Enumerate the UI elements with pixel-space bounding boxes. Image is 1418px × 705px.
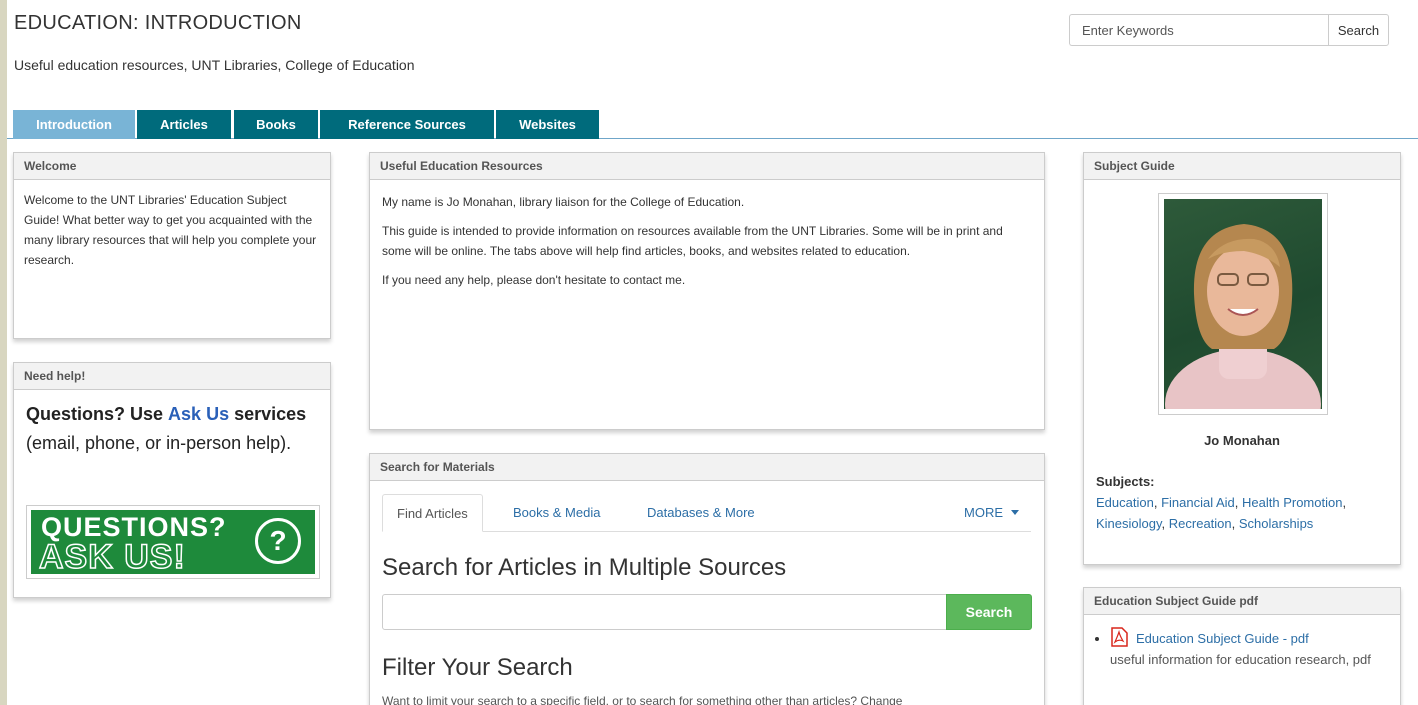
page-description: Useful education resources, UNT Librarie… <box>14 57 415 73</box>
resources-heading: Useful Education Resources <box>370 153 1044 180</box>
pdf-list: Education Subject Guide - pdf useful inf… <box>1084 615 1400 670</box>
subject-link[interactable]: Recreation <box>1169 516 1232 531</box>
subject-link[interactable]: Financial Aid <box>1161 495 1235 510</box>
articles-search-input[interactable] <box>382 594 947 630</box>
help-options-text: (email, phone, or in-person help). <box>26 433 292 453</box>
pdf-guide-panel: Education Subject Guide pdf Education Su… <box>1083 587 1401 705</box>
subject-link[interactable]: Health Promotion <box>1242 495 1342 510</box>
profile-photo <box>1164 199 1322 409</box>
filter-heading: Filter Your Search <box>382 654 573 681</box>
subject-link[interactable]: Scholarships <box>1239 516 1313 531</box>
need-help-heading: Need help! <box>14 363 330 390</box>
articles-search-button[interactable]: Search <box>946 594 1032 630</box>
subjects-label: Subjects: <box>1096 474 1155 489</box>
profile-photo-frame <box>1158 193 1328 415</box>
pdf-guide-heading: Education Subject Guide pdf <box>1084 588 1400 615</box>
subject-guide-panel: Subject Guide Jo Monahan Subjects: Educa <box>1083 152 1401 565</box>
libguide-page: EDUCATION: INTRODUCTION Useful education… <box>7 0 1418 705</box>
portrait-image <box>1165 224 1321 409</box>
subjects-block: Subjects: Education, Financial Aid, Heal… <box>1096 471 1392 534</box>
filter-text: Want to limit your search to a specific … <box>382 694 903 705</box>
pdf-guide-link[interactable]: Education Subject Guide - pdf <box>1136 631 1309 646</box>
tab-articles[interactable]: Articles <box>137 110 231 139</box>
resources-intro: My name is Jo Monahan, library liaison f… <box>382 195 745 209</box>
more-label: MORE <box>964 505 1003 520</box>
tab-reference-sources[interactable]: Reference Sources <box>320 110 494 139</box>
welcome-heading: Welcome <box>14 153 330 180</box>
tab-websites[interactable]: Websites <box>496 110 599 139</box>
tab-books-media[interactable]: Books & Media <box>513 494 600 532</box>
questions-text: Questions? Use <box>26 404 164 424</box>
materials-tabs: Find Articles Books & Media Databases & … <box>382 494 1031 532</box>
help-message: Questions? Use Ask Us services (email, p… <box>26 400 318 458</box>
tab-books[interactable]: Books <box>234 110 318 139</box>
more-dropdown[interactable]: MORE <box>964 494 1019 532</box>
welcome-text: Welcome to the UNT Libraries' Education … <box>24 193 317 267</box>
materials-heading: Search for Materials <box>370 454 1044 481</box>
pdf-guide-description: useful information for education researc… <box>1110 652 1371 667</box>
question-bubble-icon: ? <box>255 518 301 564</box>
resources-contact: If you need any help, please don't hesit… <box>382 273 686 287</box>
search-articles-heading: Search for Articles in Multiple Sources <box>382 554 787 581</box>
profile-name: Jo Monahan <box>1204 433 1280 448</box>
welcome-panel: Welcome Welcome to the UNT Libraries' Ed… <box>13 152 331 339</box>
subjects-list: Education, Financial Aid, Health Promoti… <box>1096 495 1347 531</box>
ask-us-banner[interactable]: QUESTIONS? ASK US! ? <box>26 505 320 579</box>
caret-down-icon <box>1010 510 1019 515</box>
tab-find-articles[interactable]: Find Articles <box>382 494 483 532</box>
pdf-list-item: Education Subject Guide - pdf useful inf… <box>1110 627 1390 670</box>
materials-panel: Search for Materials Find Articles Books… <box>369 453 1045 705</box>
guide-tabs: Introduction Articles Books Reference So… <box>7 110 1418 139</box>
need-help-panel: Need help! Questions? Use Ask Us service… <box>13 362 331 598</box>
services-text: services <box>234 404 307 424</box>
pdf-file-icon <box>1111 627 1128 647</box>
keyword-search-button[interactable]: Search <box>1328 14 1389 46</box>
ask-us-link[interactable]: Ask Us <box>168 404 229 424</box>
resources-description: This guide is intended to provide inform… <box>382 224 1003 258</box>
subject-link[interactable]: Education <box>1096 495 1154 510</box>
subject-link[interactable]: Kinesiology <box>1096 516 1162 531</box>
subject-guide-heading: Subject Guide <box>1084 153 1400 180</box>
banner-ask-us: ASK US! <box>38 537 186 577</box>
keyword-search-input[interactable] <box>1069 14 1330 46</box>
page-title: EDUCATION: INTRODUCTION <box>14 12 302 34</box>
tab-databases-more[interactable]: Databases & More <box>647 494 755 532</box>
tab-introduction[interactable]: Introduction <box>13 110 135 139</box>
resources-panel: Useful Education Resources My name is Jo… <box>369 152 1045 430</box>
